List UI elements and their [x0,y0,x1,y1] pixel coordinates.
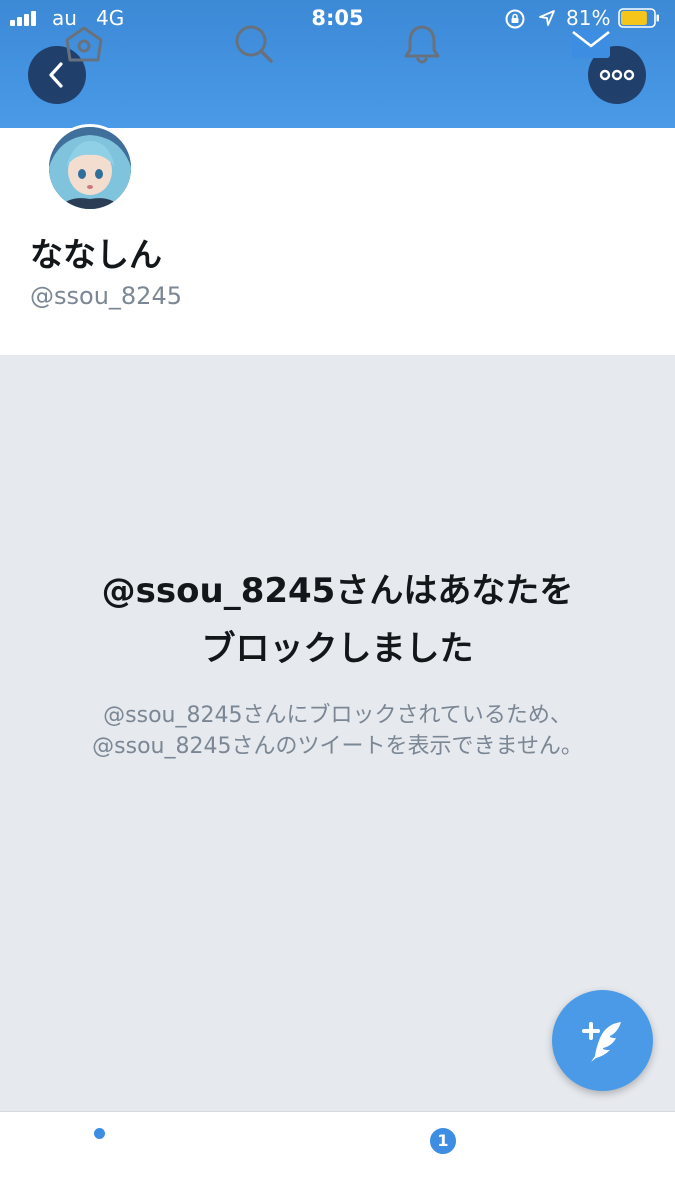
blocked-title-line-2: ブロックしました [201,629,474,669]
blocked-message-title: @ssou_8245さんはあなたを ブロックしました [40,562,635,678]
avatar[interactable] [46,124,134,212]
battery-icon [618,8,659,28]
ellipsis-icon [599,69,635,81]
battery-level-fill [621,11,647,25]
blocked-message-description: @ssou_8245さんにブロックされているため、@ssou_8245さんのツイ… [92,703,583,759]
envelope-icon[interactable] [569,22,613,66]
blocked-title-line-1: @ssou_8245さんはあなたを [101,571,574,611]
profile-handle: @ssou_8245 [30,282,182,310]
profile-display-name: ななしん [30,235,162,274]
home-new-tweets-dot [94,1128,105,1139]
compose-tweet-button[interactable] [552,990,653,1091]
notifications-badge: 1 [428,1126,458,1156]
bell-icon[interactable] [400,22,444,66]
compose-tweet-icon [581,1021,621,1062]
rotation-lock-icon [505,9,525,29]
home-icon[interactable] [62,22,106,66]
location-arrow-icon [539,10,555,26]
bottom-tab-bar [0,1111,675,1200]
search-icon[interactable] [232,22,276,66]
avatar-image [49,127,131,209]
